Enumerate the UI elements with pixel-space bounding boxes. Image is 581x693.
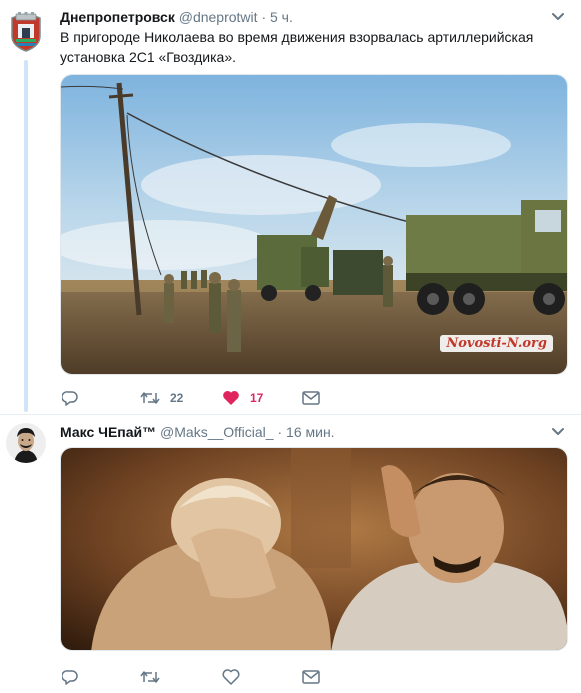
direct-message-button[interactable]: [302, 388, 320, 408]
coat-of-arms-icon: [11, 12, 41, 52]
timestamp[interactable]: 16 мин.: [286, 424, 335, 440]
heart-icon: [223, 390, 239, 405]
retweet-count: 22: [170, 391, 184, 405]
avatar[interactable]: [6, 423, 46, 463]
reply-icon: [62, 391, 78, 406]
tweet[interactable]: Днепропетровск @dneprotwit · 5 ч. В приг…: [0, 0, 581, 414]
retweet-icon: [140, 671, 160, 683]
reply-button[interactable]: [62, 667, 88, 687]
timestamp[interactable]: 5 ч.: [270, 9, 293, 25]
like-button[interactable]: [222, 667, 250, 687]
tweet-photo[interactable]: [60, 447, 568, 651]
author-handle[interactable]: @Maks__Official_: [160, 424, 274, 440]
caret-down-icon[interactable]: [551, 12, 565, 22]
direct-message-icon: [302, 670, 320, 684]
retweet-icon: [140, 392, 160, 404]
tweet-actions: [62, 667, 382, 687]
tweet-actions: 22 17: [62, 388, 382, 408]
author-name[interactable]: Макс ЧЕпай™: [60, 424, 156, 440]
like-button[interactable]: 17: [222, 388, 263, 408]
heart-icon: [222, 669, 240, 685]
tweet-text: В пригороде Николаева во время движения …: [60, 29, 534, 65]
like-count: 17: [250, 391, 264, 405]
separator: ·: [277, 424, 283, 440]
photo-artillery-scene: [61, 75, 567, 374]
photo-watermark: Novosti-N.org: [440, 335, 553, 352]
tweet[interactable]: Макс ЧЕпай™ @Maks__Official_ · 16 мин.: [0, 414, 581, 693]
avatar[interactable]: [8, 12, 44, 52]
retweet-button[interactable]: [140, 667, 170, 687]
separator: ·: [261, 9, 267, 25]
tweet-header: Макс ЧЕпай™ @Maks__Official_ · 16 мин.: [60, 423, 551, 441]
direct-message-button[interactable]: [302, 667, 320, 687]
caret-down-icon[interactable]: [551, 427, 565, 437]
reply-icon: [62, 670, 78, 685]
direct-message-icon: [302, 391, 320, 405]
author-name[interactable]: Днепропетровск: [60, 9, 175, 25]
thread-connector-line: [24, 60, 28, 412]
reply-button[interactable]: [62, 388, 88, 408]
tweet-header: Днепропетровск @dneprotwit · 5 ч.: [60, 8, 551, 26]
retweet-button[interactable]: 22: [140, 388, 183, 408]
tweet-photo[interactable]: Novosti-N.org: [60, 74, 568, 375]
avatar-portrait: [6, 423, 46, 463]
author-handle[interactable]: @dneprotwit: [179, 9, 258, 25]
photo-facepalm-scene: [61, 448, 567, 650]
